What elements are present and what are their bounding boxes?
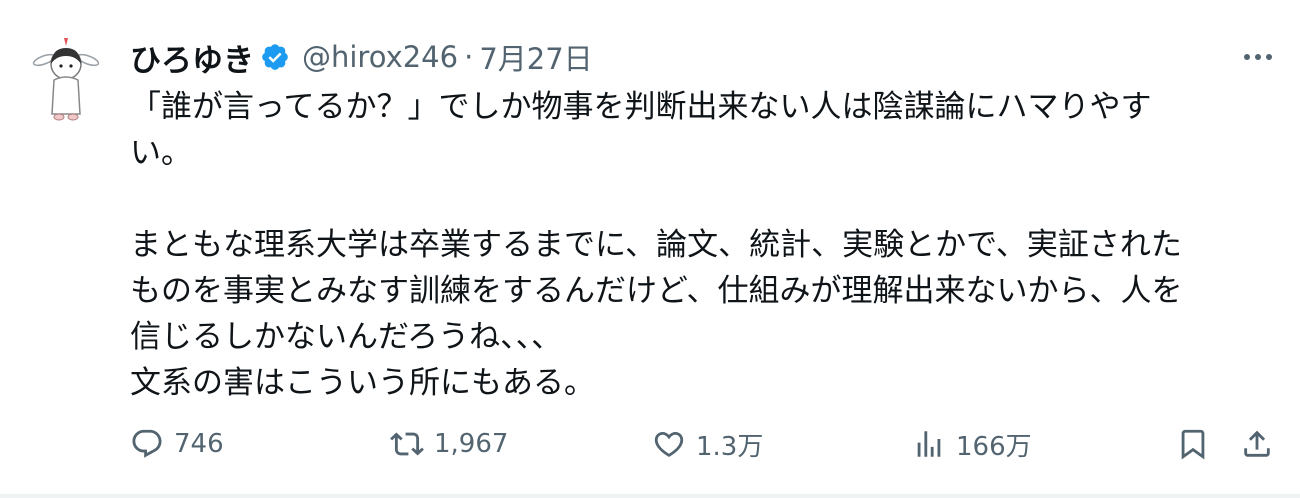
bookmark-icon [1181,429,1205,460]
bottom-divider [0,494,1300,498]
like-button[interactable]: 1.3万 [652,422,763,466]
views-chart-icon [917,431,941,457]
tweet-date[interactable]: 7月27日 [479,36,592,78]
like-count: 1.3万 [696,431,764,462]
tweet-header: ひろゆき @hirox246 · 7月27日 [130,34,593,80]
avatar[interactable] [30,34,102,124]
tweet-text-line: まともな理系大学は卒業するまでに、論文、統計、実験とかで、実証された [130,227,1182,263]
retweet-icon [390,432,424,456]
views-button[interactable]: 166万 [912,422,1032,466]
tweet-text: 「誰が言ってるか？」でしか物事を判断出来ない人は陰謀論にハマりやす い。 まとも… [130,84,1275,406]
user-handle[interactable]: @hirox246 [302,40,458,74]
heart-icon [654,431,684,457]
retweet-count: 1,967 [434,429,509,459]
reply-count: 746 [174,429,224,459]
reply-button[interactable]: 746 [130,422,224,466]
retweet-button[interactable]: 1,967 [390,422,508,466]
more-options-icon[interactable] [1238,42,1278,72]
bookmark-button[interactable] [1176,422,1210,466]
view-count: 166万 [956,431,1032,462]
tweet-text-line: 信じるしかないんだろうね、、、 [130,319,563,355]
tweet-text-line: い。 [130,135,192,171]
share-icon [1244,430,1270,457]
tweet-text-line: ものを事実とみなす訓練をするんだけど、仕組みが理解出来ないから、人を [130,273,1183,309]
share-button[interactable] [1240,422,1274,466]
reply-icon [132,429,162,458]
verified-badge-icon[interactable] [260,42,290,72]
tweet-text-line: 「誰が言ってるか？」でしか物事を判断出来ない人は陰謀論にハマりやす [130,89,1152,125]
tweet-text-line: 文系の害はこういう所にもある。 [130,365,595,401]
header-separator: · [464,40,474,74]
display-name[interactable]: ひろゆき [130,35,254,80]
tweet-card[interactable]: ひろゆき @hirox246 · 7月27日 「誰が言ってるか？」でしか物事を判… [0,0,1300,498]
avatar-illustration [32,38,100,121]
